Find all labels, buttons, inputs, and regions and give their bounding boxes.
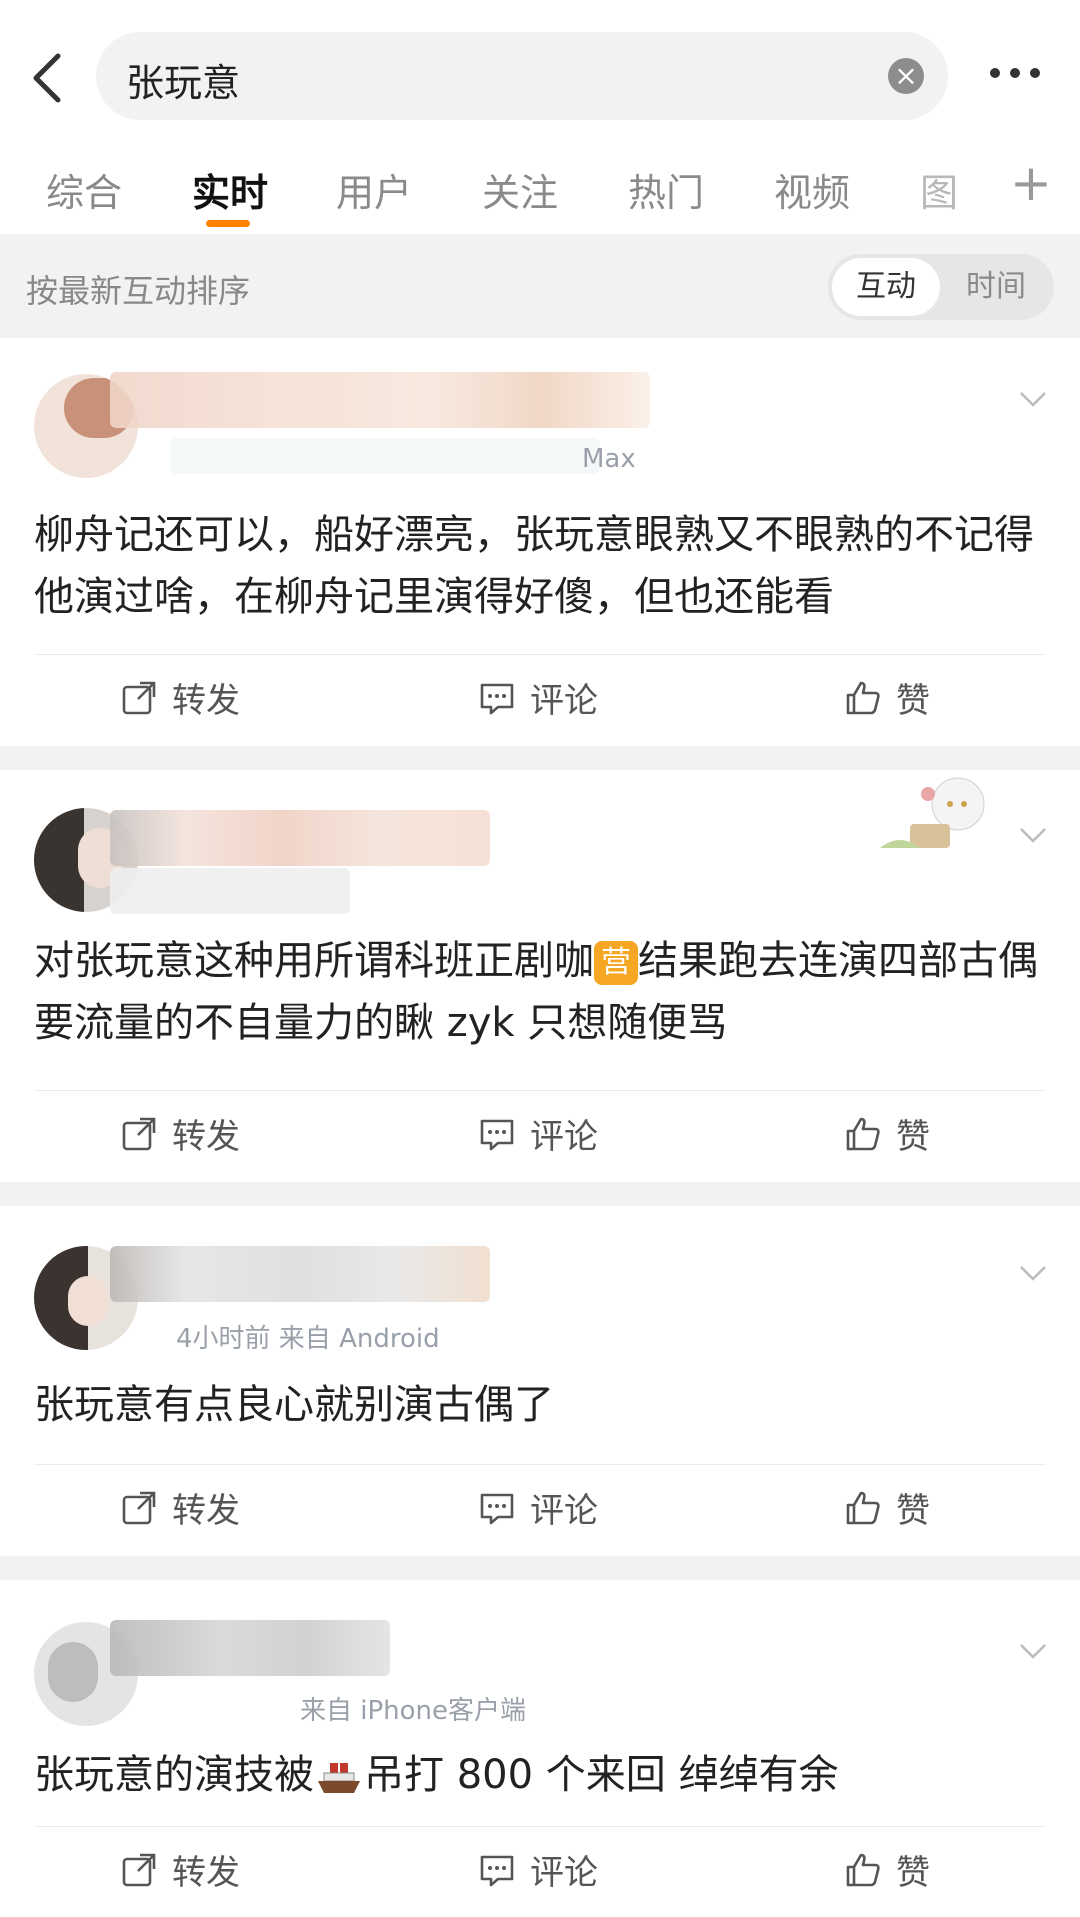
repost-label: 转发 [172, 1491, 240, 1531]
chevron-down-icon[interactable] [1018, 1636, 1048, 1666]
tab-comprehensive[interactable]: 综合 [46, 162, 122, 217]
avatar-decoration-icon [880, 777, 985, 848]
blurred-username [110, 1620, 390, 1676]
like-label: 赞 [896, 681, 930, 721]
repost-button[interactable]: 转发 [120, 1109, 240, 1158]
post-card: 4小时前 来自 Android 张玩意有点良心就别演古偶了 转发 评论 赞 [0, 1206, 1080, 1556]
post-divider [0, 746, 1080, 770]
repost-icon [122, 1491, 156, 1524]
chevron-down-icon[interactable] [1018, 384, 1048, 414]
tab-bar: 综合 实时 用户 关注 热门 视频 图 + [0, 150, 1080, 234]
thumbs-up-icon [846, 681, 880, 714]
repost-icon [122, 681, 156, 714]
chevron-down-icon[interactable] [1018, 820, 1048, 850]
post-divider [0, 1182, 1080, 1206]
post-text: 柳舟记还可以，船好漂亮，张玩意眼熟又不眼熟的不记得他演过啥，在柳舟记里演得好傻，… [34, 512, 1034, 620]
post-card: 对张玩意这种用所谓科班正剧咖营结果跑去连演四部古偶要流量的不自量力的瞅 zyk … [0, 770, 1080, 1180]
repost-button[interactable]: 转发 [120, 673, 240, 722]
search-input[interactable]: 张玩意 × [96, 32, 948, 120]
post-card: Max 柳舟记还可以，船好漂亮，张玩意眼熟又不眼熟的不记得他演过啥，在柳舟记里演… [0, 338, 1080, 744]
tab-hot[interactable]: 热门 [628, 162, 704, 217]
like-label: 赞 [896, 1491, 930, 1531]
add-tab-icon[interactable]: + [1010, 154, 1052, 212]
top-bar: 张玩意 × [0, 0, 1080, 150]
post-text-part-a: 对张玩意这种用所谓科班正剧咖 [34, 938, 594, 984]
sort-bar: 按最新互动排序 互动 时间 [0, 234, 1080, 338]
tab-following[interactable]: 关注 [482, 162, 558, 217]
back-arrow-icon[interactable] [26, 50, 70, 106]
repost-label: 转发 [172, 681, 240, 721]
comment-button[interactable]: 评论 [478, 1483, 598, 1532]
thumbs-up-icon [846, 1491, 880, 1524]
action-bar: 转发 评论 赞 [34, 1090, 1046, 1181]
post-text-part-a: 张玩意的演技被 [34, 1752, 314, 1798]
ship-emoji-icon [318, 1763, 360, 1793]
comment-label: 评论 [530, 1853, 598, 1893]
action-bar: 转发 评论 赞 [34, 654, 1046, 745]
comment-label: 评论 [530, 681, 598, 721]
tab-realtime[interactable]: 实时 [192, 162, 268, 217]
comment-icon [480, 1493, 514, 1524]
blurred-username [110, 1246, 490, 1302]
more-icon[interactable] [990, 58, 1046, 88]
promo-badge-icon: 营 [594, 941, 638, 985]
comment-button[interactable]: 评论 [478, 1845, 598, 1894]
thumbs-up-icon [846, 1853, 880, 1886]
repost-button[interactable]: 转发 [120, 1845, 240, 1894]
tab-users[interactable]: 用户 [336, 162, 412, 217]
search-query: 张玩意 [126, 61, 241, 105]
comment-button[interactable]: 评论 [478, 1109, 598, 1158]
repost-label: 转发 [172, 1117, 240, 1157]
comment-icon [480, 683, 514, 714]
like-button[interactable]: 赞 [844, 1109, 930, 1158]
post-text: 张玩意的演技被 吊打 800 个来回 绰绰有余 [34, 1744, 1046, 1806]
post-text: 张玩意有点良心就别演古偶了 [34, 1382, 554, 1428]
action-bar: 转发 评论 赞 [34, 1826, 1046, 1917]
action-bar: 转发 评论 赞 [34, 1464, 1046, 1555]
repost-icon [122, 1117, 156, 1150]
blurred-meta [110, 868, 350, 914]
post-meta: 来自 iPhone客户端 [300, 1696, 527, 1726]
repost-button[interactable]: 转发 [120, 1483, 240, 1532]
comment-icon [480, 1119, 514, 1150]
blurred-username [110, 810, 490, 866]
post-meta: Max [582, 444, 636, 474]
sort-toggle: 互动 时间 [828, 254, 1054, 320]
like-button[interactable]: 赞 [844, 1483, 930, 1532]
like-label: 赞 [896, 1117, 930, 1157]
like-button[interactable]: 赞 [844, 673, 930, 722]
sort-option-interaction[interactable]: 互动 [832, 258, 940, 316]
repost-label: 转发 [172, 1853, 240, 1893]
comment-label: 评论 [530, 1117, 598, 1157]
chevron-down-icon[interactable] [1018, 1258, 1048, 1288]
active-tab-indicator [206, 220, 250, 227]
tab-images[interactable]: 图 [920, 162, 958, 217]
tab-video[interactable]: 视频 [774, 162, 850, 217]
blurred-username [110, 372, 650, 428]
like-button[interactable]: 赞 [844, 1845, 930, 1894]
like-label: 赞 [896, 1853, 930, 1893]
sort-label: 按最新互动排序 [26, 272, 251, 310]
comment-button[interactable]: 评论 [478, 673, 598, 722]
post-divider [0, 1556, 1080, 1580]
thumbs-up-icon [846, 1117, 880, 1150]
post-meta: 4小时前 来自 Android [176, 1324, 440, 1354]
repost-icon [122, 1853, 156, 1886]
post-text-part-b: 吊打 800 个来回 绰绰有余 [364, 1752, 839, 1798]
post-card: 来自 iPhone客户端 张玩意的演技被 吊打 800 个来回 绰绰有余 转发 评… [0, 1580, 1080, 1914]
comment-label: 评论 [530, 1491, 598, 1531]
clear-icon[interactable]: × [888, 58, 924, 94]
blurred-meta [170, 438, 600, 474]
sort-option-time[interactable]: 时间 [942, 254, 1050, 320]
post-text: 对张玩意这种用所谓科班正剧咖营结果跑去连演四部古偶要流量的不自量力的瞅 zyk … [34, 930, 1046, 1054]
comment-icon [480, 1855, 514, 1886]
